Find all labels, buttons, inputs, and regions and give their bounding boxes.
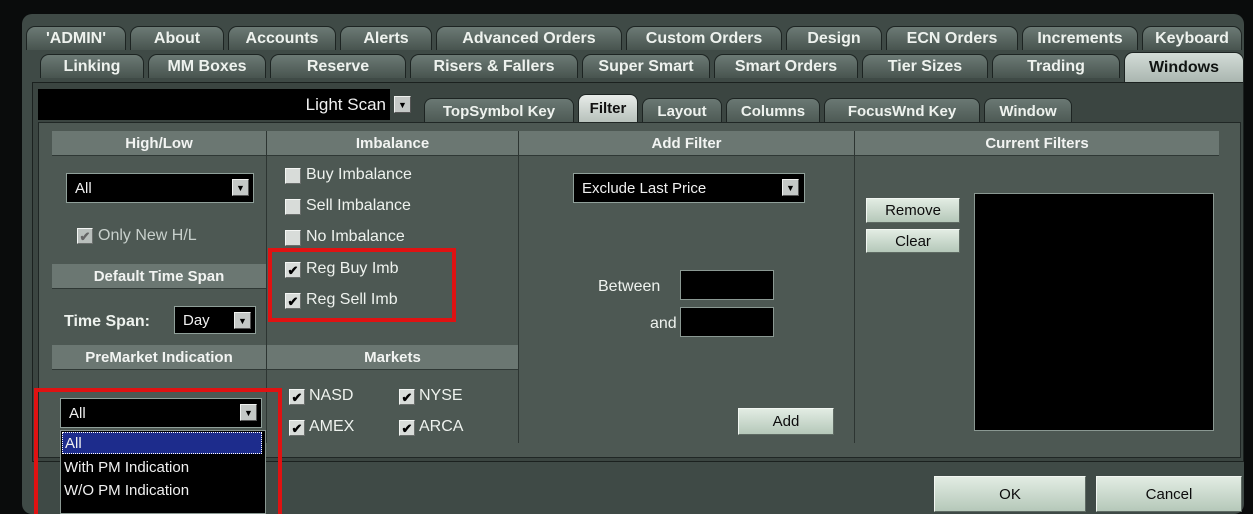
tab-risers-fallers[interactable]: Risers & Fallers (410, 54, 578, 78)
add-filter-header: Add Filter (519, 131, 854, 156)
nasd-checkbox[interactable]: ✔ (289, 389, 305, 405)
column-divider (518, 131, 519, 443)
nyse-label: NYSE (419, 387, 463, 404)
chevron-down-icon[interactable]: ▼ (240, 404, 257, 421)
markets-header: Markets (267, 345, 518, 370)
tab-advanced-orders[interactable]: Advanced Orders (436, 26, 622, 50)
nyse-checkbox[interactable]: ✔ (399, 389, 415, 405)
premarket-select[interactable]: All (60, 398, 262, 428)
nasd-label: NASD (309, 387, 354, 404)
reg-buy-imb-checkbox[interactable]: ✔ (285, 262, 301, 278)
current-filters-header: Current Filters (855, 131, 1219, 156)
tab-trading[interactable]: Trading (992, 54, 1120, 78)
buy-imbalance-checkbox[interactable] (285, 168, 301, 184)
between-input[interactable] (680, 270, 774, 300)
chevron-down-icon[interactable]: ▼ (394, 96, 411, 113)
tab-reserve[interactable]: Reserve (270, 54, 406, 78)
and-label: and (650, 315, 677, 332)
dropdown-option-without-pm[interactable]: W/O PM Indication (62, 479, 262, 501)
time-span-label: Time Span: (64, 313, 150, 330)
remove-filter-button[interactable]: Remove (866, 198, 960, 223)
tab-linking[interactable]: Linking (40, 54, 144, 78)
premarket-indication-header: PreMarket Indication (52, 345, 266, 370)
subtab-focuswnd-key[interactable]: FocusWnd Key (824, 98, 980, 124)
chevron-down-icon[interactable]: ▼ (234, 312, 251, 329)
ok-button[interactable]: OK (934, 476, 1086, 512)
chevron-down-icon[interactable]: ▼ (782, 179, 799, 196)
filter-type-select[interactable]: Exclude Last Price (573, 173, 805, 203)
reg-sell-imb-label: Reg Sell Imb (306, 291, 398, 308)
sell-imbalance-label: Sell Imbalance (306, 197, 411, 214)
clear-filters-button[interactable]: Clear (866, 229, 960, 253)
high-low-header: High/Low (52, 131, 266, 156)
tab-smart-orders[interactable]: Smart Orders (714, 54, 858, 78)
settings-window: 'ADMIN' About Accounts Alerts Advanced O… (0, 0, 1253, 514)
chevron-down-icon[interactable]: ▼ (232, 179, 249, 196)
between-label: Between (598, 278, 661, 295)
subtab-window[interactable]: Window (984, 98, 1072, 124)
tab-custom-orders[interactable]: Custom Orders (626, 26, 782, 50)
column-divider (266, 131, 267, 443)
dropdown-option-all[interactable]: All (62, 432, 262, 454)
tab-ecn-orders[interactable]: ECN Orders (886, 26, 1018, 50)
no-imbalance-checkbox[interactable] (285, 230, 301, 246)
tab-admin[interactable]: 'ADMIN' (26, 26, 126, 50)
tab-tier-sizes[interactable]: Tier Sizes (862, 54, 988, 78)
subtab-columns[interactable]: Columns (726, 98, 820, 124)
add-filter-button[interactable]: Add (738, 408, 834, 435)
scan-select[interactable]: Light Scan (282, 89, 390, 120)
tab-increments[interactable]: Increments (1022, 26, 1138, 50)
sell-imbalance-checkbox[interactable] (285, 199, 301, 215)
tab-accounts[interactable]: Accounts (228, 26, 336, 50)
scan-select-area[interactable] (38, 89, 282, 120)
only-new-hl-checkbox[interactable]: ✔ (77, 228, 93, 244)
high-low-select[interactable]: All (66, 173, 254, 203)
tab-design[interactable]: Design (786, 26, 882, 50)
imbalance-header: Imbalance (267, 131, 518, 156)
arca-checkbox[interactable]: ✔ (399, 420, 415, 436)
tab-windows[interactable]: Windows (1124, 52, 1244, 82)
subtab-layout[interactable]: Layout (642, 98, 722, 124)
cancel-button[interactable]: Cancel (1096, 476, 1242, 512)
subtab-filter[interactable]: Filter (578, 94, 638, 122)
tab-super-smart[interactable]: Super Smart (582, 54, 710, 78)
amex-label: AMEX (309, 418, 355, 435)
tab-about[interactable]: About (130, 26, 224, 50)
only-new-hl-label: Only New H/L (98, 227, 197, 244)
amex-checkbox[interactable]: ✔ (289, 420, 305, 436)
reg-sell-imb-checkbox[interactable]: ✔ (285, 293, 301, 309)
tab-mm-boxes[interactable]: MM Boxes (148, 54, 266, 78)
reg-buy-imb-label: Reg Buy Imb (306, 260, 399, 277)
default-time-span-header: Default Time Span (52, 264, 266, 289)
subtab-topsymbol-key[interactable]: TopSymbol Key (424, 98, 574, 124)
and-input[interactable] (680, 307, 774, 337)
dropdown-option-with-pm[interactable]: With PM Indication (62, 456, 262, 478)
buy-imbalance-label: Buy Imbalance (306, 166, 412, 183)
tab-alerts[interactable]: Alerts (340, 26, 432, 50)
arca-label: ARCA (419, 418, 464, 435)
column-divider (854, 131, 855, 443)
current-filters-list[interactable] (974, 193, 1214, 431)
tab-keyboard[interactable]: Keyboard (1142, 26, 1242, 50)
no-imbalance-label: No Imbalance (306, 228, 405, 245)
